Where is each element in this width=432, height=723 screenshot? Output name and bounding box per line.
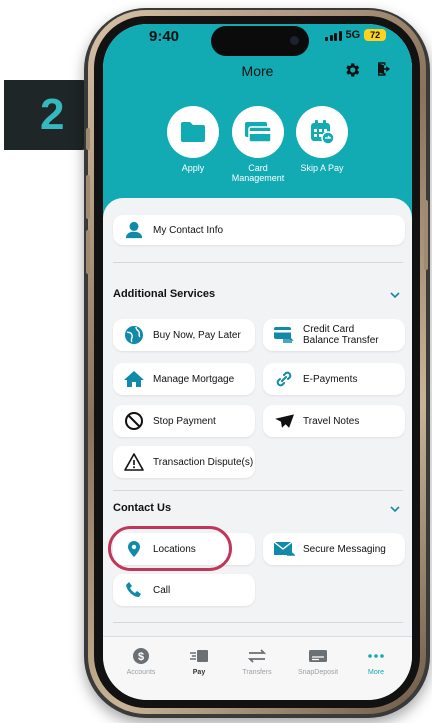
service-label: Stop Payment (153, 415, 216, 427)
apply-circle[interactable] (167, 106, 219, 158)
service-label: Manage Mortgage (153, 373, 235, 385)
step-number-badge: 2 (4, 80, 96, 150)
contact-info-label: My Contact Info (153, 224, 224, 236)
tab-pay[interactable]: Pay (169, 647, 229, 676)
svg-text:$: $ (138, 651, 144, 663)
arrows-icon (247, 647, 267, 665)
phone-icon (123, 579, 145, 601)
locations-highlight-ring (108, 526, 232, 571)
globe-icon (123, 324, 145, 346)
prohibited-icon (123, 410, 145, 432)
tab-label: SnapDeposit (297, 669, 339, 676)
check-scan-icon (308, 647, 328, 665)
page-title: More (241, 63, 274, 79)
service-label: Travel Notes (303, 415, 360, 427)
tab-transfers[interactable]: Transfers (227, 647, 287, 676)
status-time: 9:40 (149, 28, 180, 45)
chevron-down-icon[interactable] (389, 503, 401, 515)
phone-power-button (424, 200, 428, 270)
pay-icon (189, 647, 209, 665)
call-button[interactable]: Call (113, 574, 255, 606)
service-label: Buy Now, Pay Later (153, 329, 241, 341)
phone-action-button (86, 128, 90, 150)
more-dots-icon (366, 647, 386, 665)
phone-volume-up-button (86, 175, 90, 219)
section-divider (113, 490, 403, 491)
contact-label: Call (153, 584, 171, 596)
house-icon (123, 368, 145, 390)
calendar-icon (311, 120, 335, 145)
card-transfer-icon (273, 324, 295, 346)
logout-icon[interactable] (375, 60, 393, 78)
user-icon (123, 219, 145, 241)
e-payments-button[interactable]: E-Payments (263, 363, 405, 395)
credit-card-balance-transfer-button[interactable]: Credit Card Balance Transfer (263, 319, 405, 351)
service-label: Transaction Dispute(s) (153, 456, 254, 468)
phone-screen: 9:40 5G 72 More Apply Card Management Sk… (103, 24, 412, 700)
buy-now-pay-later-button[interactable]: Buy Now, Pay Later (113, 319, 255, 351)
section-divider (113, 262, 403, 263)
link-icon (273, 368, 295, 390)
tab-label: Pay (192, 669, 206, 676)
tutorial-stage: 2 9:40 5G 72 More Apply Card Management … (0, 0, 432, 723)
tab-snapdeposit[interactable]: SnapDeposit (288, 647, 348, 676)
contact-us-title: Contact Us (113, 502, 172, 514)
phone-volume-down-button (86, 230, 90, 274)
dynamic-island (211, 26, 309, 56)
network-type: 5G (345, 29, 361, 41)
warning-icon (123, 451, 145, 473)
stop-payment-button[interactable]: Stop Payment (113, 405, 255, 437)
tab-accounts[interactable]: $ Accounts (111, 647, 171, 676)
transaction-disputes-button[interactable]: Transaction Dispute(s) (113, 446, 255, 478)
dollar-icon: $ (131, 647, 151, 665)
quick-action-label: Skip A Pay (300, 163, 344, 173)
envelope-icon (273, 538, 295, 560)
secure-messaging-button[interactable]: Secure Messaging (263, 533, 405, 565)
battery-icon: 72 (364, 29, 387, 41)
tab-label: Accounts (126, 669, 156, 676)
tab-label: Transfers (242, 669, 272, 676)
tab-more[interactable]: More (346, 647, 406, 676)
folder-icon (181, 122, 205, 142)
chevron-down-icon[interactable] (389, 289, 401, 301)
service-label: Credit Card Balance Transfer (303, 324, 379, 346)
manage-mortgage-button[interactable]: Manage Mortgage (113, 363, 255, 395)
bottom-tab-bar: $ Accounts Pay Transfers SnapDeposit Mor… (103, 636, 412, 700)
service-label: E-Payments (303, 373, 358, 385)
signal-icon (325, 30, 342, 41)
additional-services-title: Additional Services (113, 288, 216, 300)
travel-notes-button[interactable]: Travel Notes (263, 405, 405, 437)
gear-icon[interactable] (343, 61, 361, 79)
quick-action-skip-a-pay[interactable]: Skip A Pay (277, 106, 367, 173)
contact-label: Secure Messaging (303, 543, 386, 555)
tab-label: More (368, 669, 384, 676)
skip-a-pay-circle[interactable] (296, 106, 348, 158)
cards-icon (245, 122, 272, 143)
airplane-icon (273, 410, 295, 432)
my-contact-info-button[interactable]: My Contact Info (113, 215, 405, 245)
status-indicators: 5G 72 (325, 29, 387, 41)
camera-icon (290, 36, 299, 45)
section-divider (113, 622, 403, 623)
